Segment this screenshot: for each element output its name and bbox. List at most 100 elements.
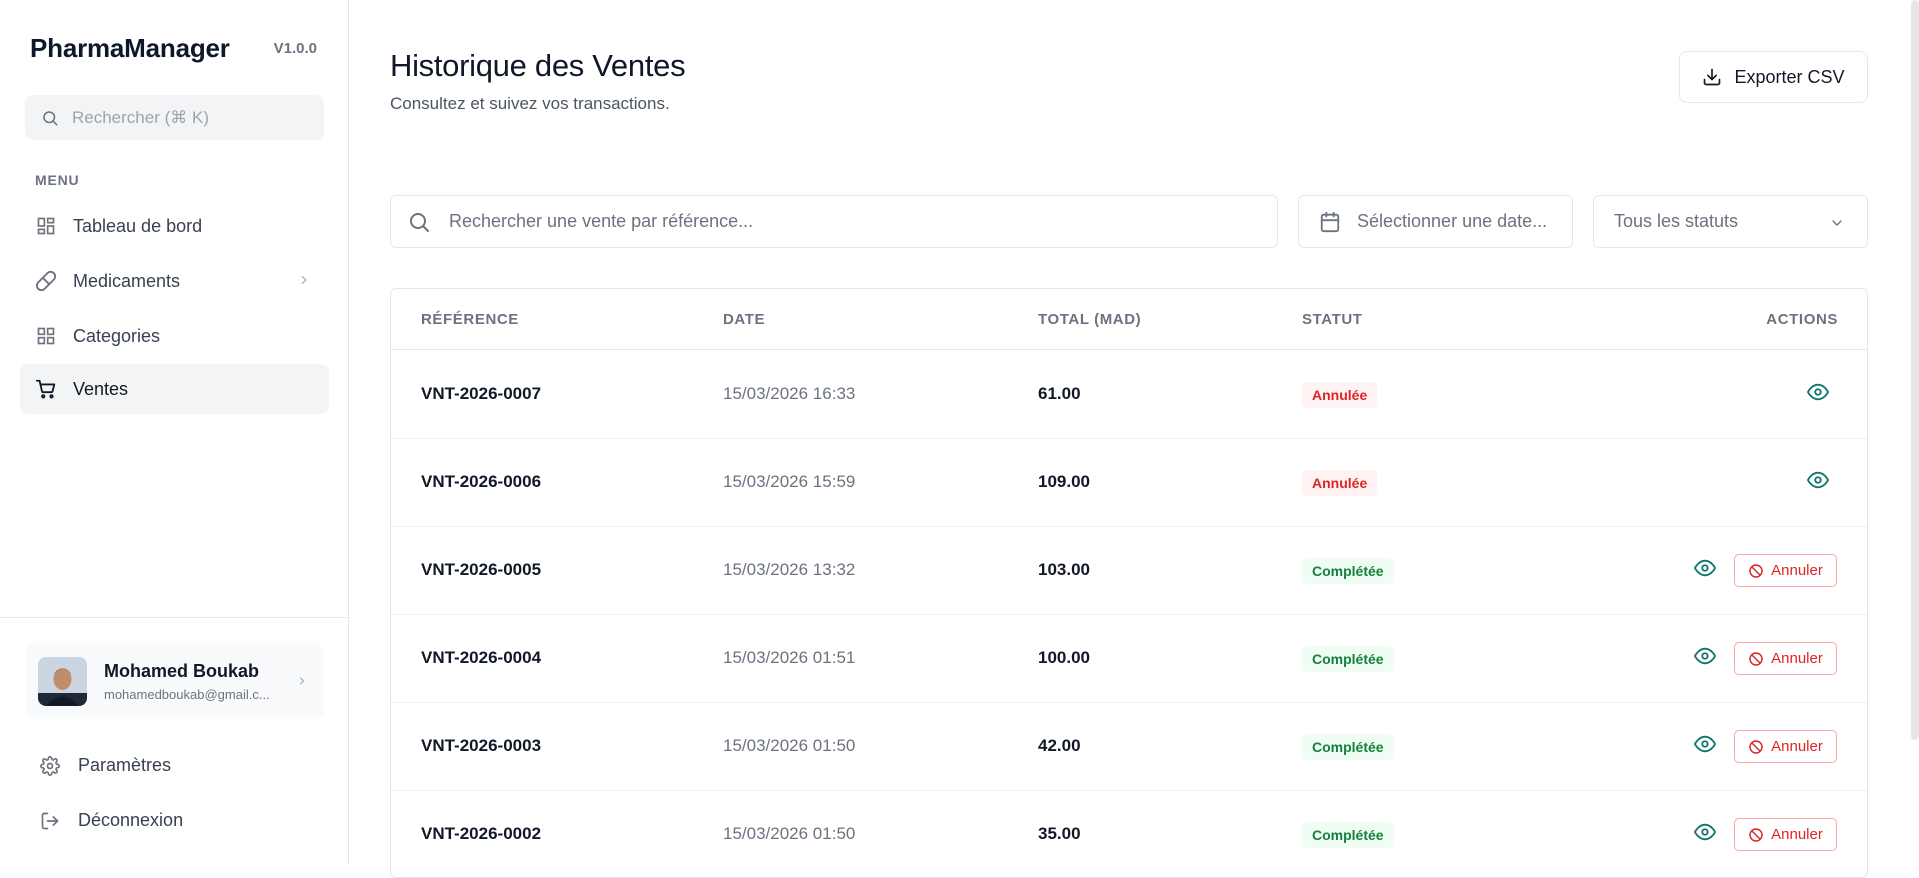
cancel-sale-button[interactable]: Annuler — [1734, 554, 1837, 587]
page-scrollbar[interactable] — [1911, 0, 1919, 740]
sidebar-search-input[interactable]: Rechercher (⌘ K) — [25, 95, 324, 140]
table-row: VNT-2026-0006 15/03/2026 15:59 109.00 An… — [391, 438, 1867, 527]
user-profile-card[interactable]: Mohamed Boukab mohamedboukab@gmail.c... — [25, 643, 324, 719]
cancel-sale-label: Annuler — [1771, 738, 1823, 755]
view-icon[interactable] — [1807, 381, 1829, 403]
user-email: mohamedboukab@gmail.c... — [104, 687, 270, 702]
grid-icon — [35, 325, 57, 347]
sale-total: 100.00 — [1038, 648, 1090, 667]
sale-reference: VNT-2026-0004 — [421, 648, 542, 667]
sidebar-search-placeholder: Rechercher (⌘ K) — [72, 107, 209, 127]
grid-icon — [35, 215, 57, 237]
sale-total: 109.00 — [1038, 472, 1090, 491]
sales-table: RÉFÉRENCE DATE TOTAL (MAD) STATUT ACTION… — [390, 288, 1868, 878]
view-icon[interactable] — [1694, 821, 1716, 843]
cancel-sale-label: Annuler — [1771, 650, 1823, 667]
logout-link[interactable]: Déconnexion — [40, 810, 183, 831]
search-icon — [43, 110, 58, 125]
ban-icon — [1749, 651, 1763, 666]
settings-link[interactable]: Paramètres — [40, 755, 171, 776]
table-row: VNT-2026-0003 15/03/2026 01:50 42.00 Com… — [391, 702, 1867, 791]
status-badge: Complétée — [1302, 558, 1394, 584]
column-header-reference: RÉFÉRENCE — [421, 311, 519, 328]
page-subtitle: Consultez et suivez vos transactions. — [390, 94, 670, 113]
sale-date: 15/03/2026 01:50 — [723, 736, 856, 755]
cancel-sale-button[interactable]: Annuler — [1734, 642, 1837, 675]
view-icon[interactable] — [1694, 645, 1716, 667]
gear-icon — [40, 755, 62, 776]
date-picker[interactable]: Sélectionner une date... — [1298, 195, 1573, 248]
sale-date: 15/03/2026 16:33 — [723, 384, 856, 403]
sidebar-item-label: Tableau de bord — [73, 215, 203, 236]
status-badge: Annulée — [1302, 382, 1378, 408]
sidebar-item-label: Medicaments — [73, 270, 181, 291]
sale-reference: VNT-2026-0005 — [421, 560, 542, 579]
view-icon[interactable] — [1807, 469, 1829, 491]
status-badge: Complétée — [1302, 822, 1394, 848]
table-row: VNT-2026-0005 15/03/2026 13:32 103.00 Co… — [391, 526, 1867, 615]
chevron-down-icon — [1832, 220, 1842, 226]
export-csv-button[interactable]: Exporter CSV — [1679, 51, 1868, 103]
page-title: Historique des Ventes — [390, 48, 686, 83]
app-version: V1.0.0 — [273, 40, 317, 57]
logout-label: Déconnexion — [78, 810, 184, 830]
cancel-sale-label: Annuler — [1771, 562, 1823, 579]
ban-icon — [1749, 827, 1763, 842]
table-row: VNT-2026-0007 15/03/2026 16:33 61.00 Ann… — [391, 350, 1867, 439]
sale-total: 103.00 — [1038, 560, 1090, 579]
settings-label: Paramètres — [78, 755, 172, 775]
sale-total: 42.00 — [1038, 736, 1081, 755]
download-icon — [1704, 68, 1721, 86]
sale-reference: VNT-2026-0002 — [421, 824, 542, 843]
sidebar-item-categories[interactable]: Categories — [20, 311, 329, 361]
app-name: PharmaManager — [30, 33, 230, 63]
sale-search-placeholder: Rechercher une vente par référence... — [449, 211, 754, 231]
export-csv-label: Exporter CSV — [1734, 66, 1845, 87]
sale-reference: VNT-2026-0007 — [421, 384, 542, 403]
search-icon — [410, 212, 429, 232]
user-name: Mohamed Boukab — [104, 661, 260, 681]
avatar — [38, 657, 87, 706]
sale-date: 15/03/2026 01:50 — [723, 824, 856, 843]
sidebar-divider — [0, 617, 349, 618]
sidebar-item-label: Categories — [73, 325, 161, 346]
menu-section-label: MENU — [35, 172, 80, 188]
chevron-right-icon — [301, 275, 307, 285]
sidebar-item-tableau-de-bord[interactable]: Tableau de bord — [20, 201, 329, 251]
sidebar-item-ventes[interactable]: Ventes — [20, 364, 329, 414]
status-select-value: Tous les statuts — [1614, 211, 1739, 231]
pill-icon — [35, 270, 57, 292]
column-header-total: TOTAL (MAD) — [1038, 311, 1142, 328]
ban-icon — [1749, 739, 1763, 754]
sidebar-item-medicaments[interactable]: Medicaments — [20, 256, 329, 306]
chevron-right-icon — [300, 677, 305, 685]
date-picker-placeholder: Sélectionner une date... — [1357, 211, 1548, 231]
sidebar-item-label: Ventes — [73, 378, 129, 399]
table-row: VNT-2026-0004 15/03/2026 01:51 100.00 Co… — [391, 614, 1867, 703]
cart-icon — [35, 378, 57, 400]
table-header: RÉFÉRENCE DATE TOTAL (MAD) STATUT ACTION… — [391, 289, 1867, 350]
logout-icon — [40, 811, 62, 831]
ban-icon — [1749, 563, 1763, 578]
sale-reference: VNT-2026-0003 — [421, 736, 542, 755]
cancel-sale-button[interactable]: Annuler — [1734, 818, 1837, 851]
sidebar: PharmaManager V1.0.0 Rechercher (⌘ K) ME… — [0, 0, 349, 865]
calendar-icon — [1320, 211, 1340, 232]
sale-date: 15/03/2026 13:32 — [723, 560, 856, 579]
sale-total: 35.00 — [1038, 824, 1081, 843]
cancel-sale-button[interactable]: Annuler — [1734, 730, 1837, 763]
cancel-sale-label: Annuler — [1771, 826, 1823, 843]
view-icon[interactable] — [1694, 733, 1716, 755]
status-select[interactable]: Tous les statuts — [1593, 195, 1868, 248]
column-header-date: DATE — [723, 311, 766, 328]
view-icon[interactable] — [1694, 557, 1716, 579]
status-badge: Complétée — [1302, 646, 1394, 672]
sale-date: 15/03/2026 15:59 — [723, 472, 856, 491]
column-header-actions: ACTIONS — [1766, 311, 1838, 328]
column-header-status: STATUT — [1302, 311, 1363, 328]
status-badge: Complétée — [1302, 734, 1394, 760]
sale-reference: VNT-2026-0006 — [421, 472, 542, 491]
sale-search-input[interactable]: Rechercher une vente par référence... — [390, 195, 1278, 248]
status-badge: Annulée — [1302, 470, 1378, 496]
sale-total: 61.00 — [1038, 384, 1081, 403]
